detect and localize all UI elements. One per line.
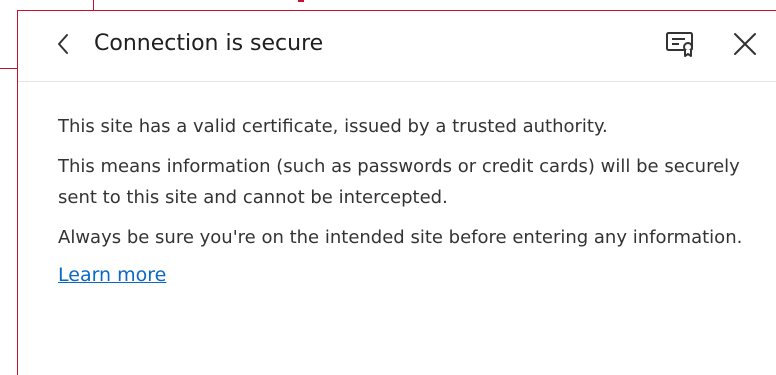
highlight-frame bbox=[17, 10, 776, 375]
screenshot-stage: Connection is secure This site has a val bbox=[0, 0, 776, 375]
highlight-line bbox=[93, 0, 94, 10]
highlight-line bbox=[0, 68, 17, 69]
highlight-line bbox=[298, 0, 304, 2]
